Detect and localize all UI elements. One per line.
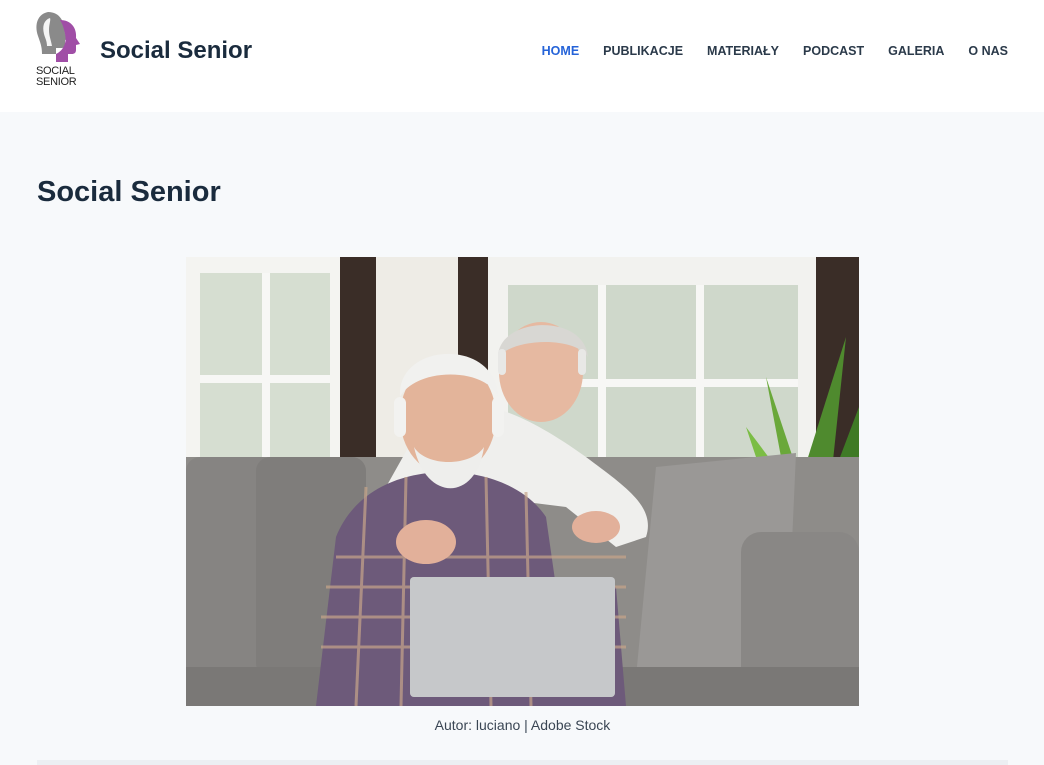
logo-text-line2: SENIOR	[36, 76, 77, 88]
nav-item-home[interactable]: HOME	[530, 44, 592, 58]
seniors-with-laptop-photo	[186, 257, 859, 706]
image-caption: Autor: luciano | Adobe Stock	[434, 717, 611, 733]
site-logo[interactable]: SOCIAL SENIOR	[34, 10, 86, 92]
main-navigation: HOME PUBLIKACJE MATERIAŁY PODCAST GALERI…	[530, 44, 1008, 58]
site-title[interactable]: Social Senior	[100, 37, 252, 65]
content-divider	[37, 760, 1008, 765]
nav-item-materialy[interactable]: MATERIAŁY	[695, 44, 791, 58]
head-profile-icon	[36, 12, 80, 62]
nav-item-publikacje[interactable]: PUBLIKACJE	[591, 44, 695, 58]
nav-item-o-nas[interactable]: O NAS	[956, 44, 1008, 58]
nav-item-podcast[interactable]: PODCAST	[791, 44, 876, 58]
logo-text: SOCIAL SENIOR	[36, 66, 77, 88]
page-title: Social Senior	[37, 176, 221, 208]
featured-image	[186, 257, 859, 706]
nav-item-galeria[interactable]: GALERIA	[876, 44, 956, 58]
site-header: SOCIAL SENIOR Social Senior HOME PUBLIKA…	[0, 0, 1044, 112]
